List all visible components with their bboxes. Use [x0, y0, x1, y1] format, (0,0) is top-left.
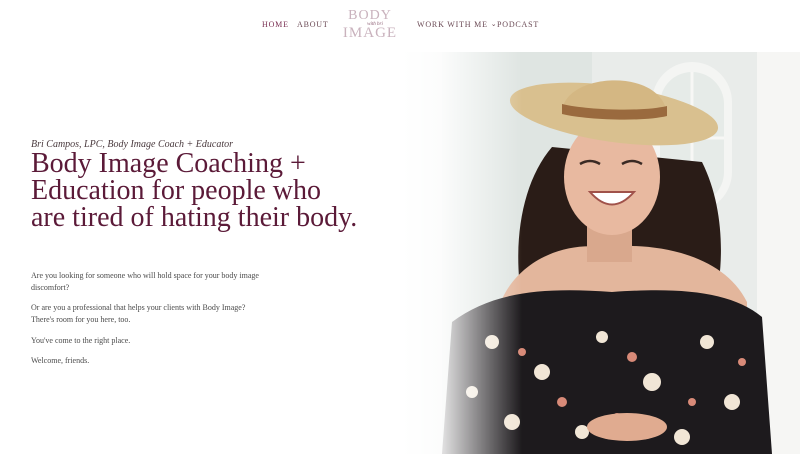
- site-logo[interactable]: BODY with bri IMAGE: [340, 9, 400, 43]
- nav-home-link[interactable]: HOME: [262, 20, 289, 29]
- hero-headline: Body Image Coaching + Education for peop…: [31, 148, 358, 233]
- nav-work-with-me-link[interactable]: WORK WITH ME ⌄: [417, 20, 497, 29]
- hero-paragraph: Welcome, friends.: [31, 356, 90, 365]
- photo-fade-overlay: [402, 52, 522, 454]
- logo-word-image: IMAGE: [342, 25, 398, 41]
- nav-about-link[interactable]: ABOUT: [297, 20, 329, 29]
- hero-photo: [402, 52, 800, 454]
- top-navigation: HOME ABOUT BODY with bri IMAGE WORK WITH…: [0, 0, 800, 52]
- hero-paragraph: You've come to the right place.: [31, 336, 131, 345]
- hero-paragraph: Or are you a professional that helps you…: [31, 303, 246, 324]
- hero-paragraph: Are you looking for someone who will hol…: [31, 271, 259, 292]
- logo-word-body: BODY: [348, 8, 392, 23]
- nav-work-with-me-label: WORK WITH ME: [417, 20, 488, 29]
- nav-podcast-link[interactable]: PODCAST: [497, 20, 539, 29]
